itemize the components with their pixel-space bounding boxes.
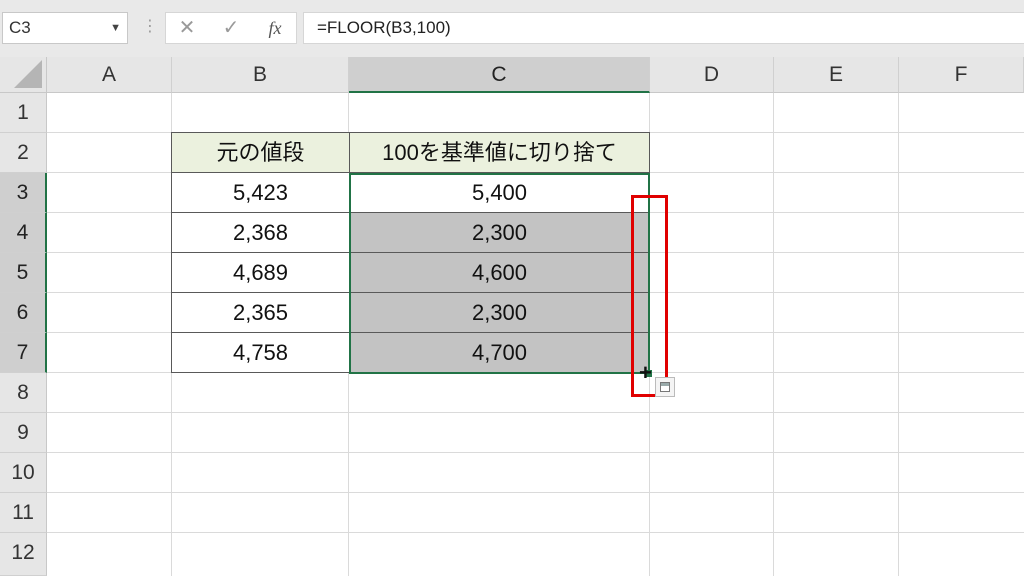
name-box-value: C3 [9, 18, 31, 37]
cell-b5[interactable]: 4,689 [171, 252, 350, 293]
enter-icon[interactable]: ✓ [216, 13, 246, 43]
row-header-2[interactable]: 2 [0, 133, 47, 173]
column-header-c[interactable]: C [349, 57, 650, 93]
cell-b7[interactable]: 4,758 [171, 332, 350, 373]
row-header-9[interactable]: 9 [0, 413, 47, 453]
column-header-e[interactable]: E [774, 57, 899, 93]
row-header-12[interactable]: 12 [0, 533, 47, 576]
gridline [773, 93, 774, 576]
row-header-7[interactable]: 7 [0, 333, 47, 373]
gridline [47, 412, 1024, 413]
autofill-options-button[interactable] [655, 377, 675, 397]
cell-b6[interactable]: 2,365 [171, 292, 350, 333]
select-all-icon [14, 60, 42, 88]
cell-c4[interactable]: 2,300 [349, 212, 650, 253]
formula-buttons: ✕ ✓ fx [165, 12, 297, 44]
cell-c3[interactable]: 5,400 [349, 172, 650, 213]
column-header-b[interactable]: B [172, 57, 349, 93]
select-all-corner[interactable] [0, 57, 47, 93]
cell-b3[interactable]: 5,423 [171, 172, 350, 213]
gridline [47, 452, 1024, 453]
row-header-1[interactable]: 1 [0, 93, 47, 133]
gridline [47, 492, 1024, 493]
more-options-icon: ⋮ [142, 18, 158, 35]
gridline [898, 93, 899, 576]
row-header-5[interactable]: 5 [0, 253, 47, 293]
cell-b4[interactable]: 2,368 [171, 212, 350, 253]
cell-c6[interactable]: 2,300 [349, 292, 650, 333]
row-header-6[interactable]: 6 [0, 293, 47, 333]
formula-bar: C3 ▼ ⋮ ✕ ✓ fx =FLOOR(B3,100) [0, 0, 1024, 57]
row-header-10[interactable]: 10 [0, 453, 47, 493]
insert-function-icon[interactable]: fx [260, 13, 290, 43]
row-header-8[interactable]: 8 [0, 373, 47, 413]
row-header-11[interactable]: 11 [0, 493, 47, 533]
cancel-icon[interactable]: ✕ [172, 13, 202, 43]
row-header-3[interactable]: 3 [0, 173, 47, 213]
formula-input[interactable]: =FLOOR(B3,100) [303, 12, 1024, 44]
column-header-a[interactable]: A [47, 57, 172, 93]
cell-c5[interactable]: 4,600 [349, 252, 650, 293]
name-box[interactable]: C3 ▼ [2, 12, 128, 44]
column-header-d[interactable]: D [650, 57, 774, 93]
chevron-down-icon[interactable]: ▼ [110, 13, 121, 43]
cell-b2-header[interactable]: 元の値段 [171, 132, 350, 173]
cell-c2-header[interactable]: 100を基準値に切り捨て [349, 132, 650, 173]
autofill-options-icon [660, 382, 670, 392]
row-header-4[interactable]: 4 [0, 213, 47, 253]
gridline [47, 532, 1024, 533]
crosshair-cursor-icon: + [639, 360, 652, 385]
cell-c7[interactable]: 4,700 [349, 332, 650, 373]
column-header-f[interactable]: F [899, 57, 1024, 93]
